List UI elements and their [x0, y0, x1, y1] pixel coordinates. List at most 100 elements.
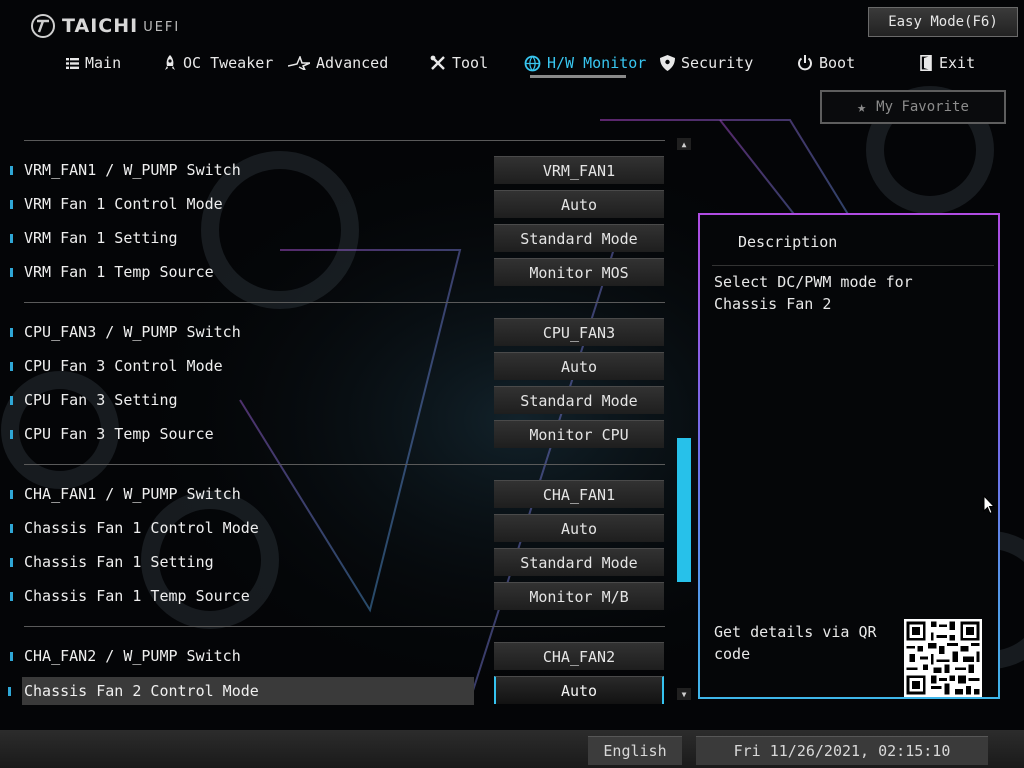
- setting-label-cha-fan2-switch[interactable]: CHA_FAN2 / W_PUMP Switch: [10, 645, 241, 667]
- setting-label-chassis-fan1-setting[interactable]: Chassis Fan 1 Setting: [10, 551, 214, 573]
- row-bullet: [10, 558, 13, 567]
- qr-code: [904, 619, 982, 697]
- setting-label-vrm-fan1-setting[interactable]: VRM Fan 1 Setting: [10, 227, 178, 249]
- setting-label-text: VRM Fan 1 Setting: [24, 229, 178, 247]
- scroll-down-arrow-icon[interactable]: ▼: [677, 688, 691, 700]
- row-bullet: [10, 524, 13, 533]
- description-text: Select DC/PWM mode for Chassis Fan 2: [714, 273, 913, 313]
- easy-mode-button[interactable]: Easy Mode(F6): [868, 7, 1018, 37]
- setting-label-cha-fan1-switch[interactable]: CHA_FAN1 / W_PUMP Switch: [10, 483, 241, 505]
- row-bullet: [10, 200, 13, 209]
- setting-label-text: CPU Fan 3 Temp Source: [24, 425, 214, 443]
- setting-label-chassis-fan1-control-mode[interactable]: Chassis Fan 1 Control Mode: [10, 517, 259, 539]
- setting-label-text: CHA_FAN2 / W_PUMP Switch: [24, 647, 241, 665]
- setting-label-cpu-fan3-switch[interactable]: CPU_FAN3 / W_PUMP Switch: [10, 321, 241, 343]
- section-divider: [24, 140, 665, 141]
- brand-logo: TAICHI UEFI: [30, 13, 180, 39]
- setting-label-cpu-fan3-control-mode[interactable]: CPU Fan 3 Control Mode: [10, 355, 223, 377]
- tab-exit[interactable]: Exit: [920, 50, 975, 76]
- setting-label-text: Chassis Fan 1 Setting: [24, 553, 214, 571]
- row-bullet: [10, 490, 13, 499]
- brand-subtitle: UEFI: [143, 20, 181, 35]
- tab-tool-label: Tool: [452, 54, 489, 72]
- setting-label-vrm-fan1-switch[interactable]: VRM_FAN1 / W_PUMP Switch: [10, 159, 241, 181]
- row-bullet: [10, 268, 13, 277]
- section-divider: [24, 302, 665, 303]
- tab-exit-label: Exit: [939, 54, 976, 72]
- row-bullet: [10, 430, 13, 439]
- setting-label-text: VRM_FAN1 / W_PUMP Switch: [24, 161, 241, 179]
- scrollbar-thumb[interactable]: [677, 438, 691, 582]
- main-nav: Main OC Tweaker Advanced Tool H/W Monito…: [0, 50, 1024, 82]
- tab-boot[interactable]: Boot: [797, 50, 855, 76]
- tab-advanced-label: Advanced: [316, 54, 389, 72]
- tab-main[interactable]: Main: [66, 50, 121, 76]
- rocket-icon: [163, 55, 177, 71]
- setting-label-vrm-fan1-temp-source[interactable]: VRM Fan 1 Temp Source: [10, 261, 214, 283]
- tab-hw-monitor[interactable]: H/W Monitor: [524, 50, 646, 76]
- setting-value-cpu-fan3-setting[interactable]: Standard Mode: [494, 386, 664, 414]
- tab-security[interactable]: Security: [660, 50, 753, 76]
- setting-value-cha-fan1-switch[interactable]: CHA_FAN1: [494, 480, 664, 508]
- row-bullet: [10, 652, 13, 661]
- setting-value-chassis-fan2-control-mode[interactable]: Auto: [494, 676, 664, 704]
- setting-label-chassis-fan2-control-mode[interactable]: Chassis Fan 2 Control Mode: [8, 677, 474, 705]
- row-bullet: [10, 234, 13, 243]
- scroll-up-arrow-icon[interactable]: ▲: [677, 138, 691, 150]
- setting-label-text: CPU Fan 3 Control Mode: [24, 357, 223, 375]
- tab-main-label: Main: [85, 54, 122, 72]
- language-button[interactable]: English: [588, 736, 682, 765]
- setting-label-text: CPU_FAN3 / W_PUMP Switch: [24, 323, 241, 341]
- setting-value-vrm-fan1-switch[interactable]: VRM_FAN1: [494, 156, 664, 184]
- my-favorite-label: My Favorite: [876, 99, 969, 115]
- setting-label-text: CHA_FAN1 / W_PUMP Switch: [24, 485, 241, 503]
- tab-oc-tweaker-label: OC Tweaker: [183, 54, 274, 72]
- setting-label-vrm-fan1-control-mode[interactable]: VRM Fan 1 Control Mode: [10, 193, 223, 215]
- description-divider: [712, 265, 994, 266]
- exit-door-icon: [920, 55, 933, 71]
- row-bullet: [10, 396, 13, 405]
- row-bullet: [10, 592, 13, 601]
- description-panel: Description Select DC/PWM mode for Chass…: [698, 213, 1000, 699]
- setting-label-text: Chassis Fan 2 Control Mode: [24, 682, 259, 700]
- star-arrow-icon: [288, 56, 310, 70]
- section-divider: [24, 464, 665, 465]
- description-title: Description: [738, 233, 838, 251]
- row-bullet: [10, 166, 13, 175]
- tab-security-label: Security: [681, 54, 754, 72]
- tab-hw-monitor-label: H/W Monitor: [547, 54, 647, 72]
- setting-label-text: CPU Fan 3 Setting: [24, 391, 178, 409]
- setting-label-cpu-fan3-temp-source[interactable]: CPU Fan 3 Temp Source: [10, 423, 214, 445]
- power-icon: [797, 55, 813, 71]
- setting-value-chassis-fan1-setting[interactable]: Standard Mode: [494, 548, 664, 576]
- section-divider: [24, 626, 665, 627]
- setting-value-cpu-fan3-temp-source[interactable]: Monitor CPU: [494, 420, 664, 448]
- setting-value-cha-fan2-switch[interactable]: CHA_FAN2: [494, 642, 664, 670]
- setting-value-chassis-fan1-control-mode[interactable]: Auto: [494, 514, 664, 542]
- setting-value-vrm-fan1-temp-source[interactable]: Monitor MOS: [494, 258, 664, 286]
- tools-icon: [430, 55, 446, 71]
- list-icon: [66, 57, 79, 70]
- row-bullet: [10, 362, 13, 371]
- setting-value-cpu-fan3-control-mode[interactable]: Auto: [494, 352, 664, 380]
- setting-label-cpu-fan3-setting[interactable]: CPU Fan 3 Setting: [10, 389, 178, 411]
- setting-label-text: VRM Fan 1 Control Mode: [24, 195, 223, 213]
- star-icon: ★: [857, 98, 867, 116]
- row-bullet: [10, 328, 13, 337]
- setting-value-vrm-fan1-setting[interactable]: Standard Mode: [494, 224, 664, 252]
- mouse-cursor-icon: [983, 495, 995, 515]
- setting-value-vrm-fan1-control-mode[interactable]: Auto: [494, 190, 664, 218]
- tab-tool[interactable]: Tool: [430, 50, 488, 76]
- tab-advanced[interactable]: Advanced: [288, 50, 388, 76]
- tab-boot-label: Boot: [819, 54, 856, 72]
- setting-value-chassis-fan1-temp-source[interactable]: Monitor M/B: [494, 582, 664, 610]
- my-favorite-button[interactable]: ★ My Favorite: [820, 90, 1006, 124]
- date-time-display[interactable]: Fri 11/26/2021, 02:15:10: [696, 736, 988, 765]
- tab-oc-tweaker[interactable]: OC Tweaker: [163, 50, 273, 76]
- shield-icon: [660, 55, 675, 71]
- setting-value-cpu-fan3-switch[interactable]: CPU_FAN3: [494, 318, 664, 346]
- setting-label-chassis-fan1-temp-source[interactable]: Chassis Fan 1 Temp Source: [10, 585, 250, 607]
- brand-name: TAICHI: [62, 15, 139, 37]
- taichi-logo-icon: [31, 14, 55, 38]
- monitor-globe-icon: [524, 55, 541, 72]
